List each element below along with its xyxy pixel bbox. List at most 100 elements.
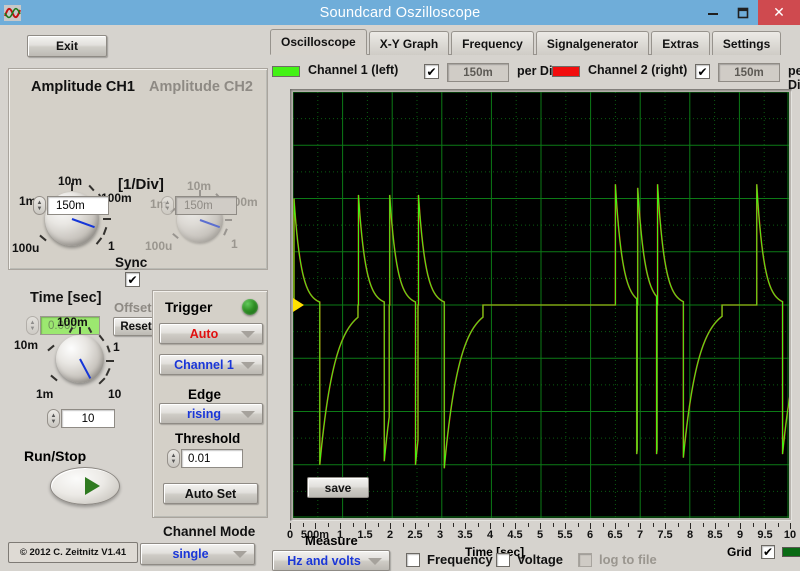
x-tick-minor (402, 523, 404, 527)
amp-ch2-value[interactable]: 150m (175, 196, 237, 215)
x-tick-minor (677, 523, 679, 527)
tab-xy-graph[interactable]: X-Y Graph (368, 31, 450, 55)
time-knob-label-10: 10 (108, 387, 122, 401)
auto-set-button[interactable]: Auto Set (163, 483, 258, 504)
amplitude-group: Amplitude CH1 Amplitude CH2 [1/Div] 10m … (8, 68, 268, 336)
exit-button[interactable]: Exit (27, 35, 107, 57)
tab-frequency[interactable]: Frequency (451, 31, 534, 55)
channel2-label: Channel 2 (right) (588, 63, 688, 77)
scope-canvas (293, 92, 789, 518)
sync-checkbox[interactable]: ✔ (125, 272, 140, 287)
channel2-color-swatch (552, 66, 580, 77)
time-spinner[interactable]: ▲ ▼ (47, 409, 60, 428)
amp-ch1-knob-label-1: 1 (108, 239, 115, 253)
tab-settings[interactable]: Settings (711, 31, 782, 55)
tab-strip: Oscilloscope X-Y Graph Frequency Signalg… (270, 29, 783, 55)
voltage-measure-item[interactable]: Voltage (496, 552, 563, 567)
amp-ch2-knob-label-10m: 10m (187, 179, 212, 193)
chevron-down-icon (368, 557, 382, 565)
time-knob-label-100m: 100m (57, 315, 88, 329)
edge-label: Edge (188, 387, 222, 402)
amp-ch2-knob-label-1: 1 (231, 237, 238, 251)
trigger-edge-dropdown[interactable]: rising (159, 403, 263, 424)
x-tick-minor (477, 523, 479, 527)
time-knob[interactable] (47, 326, 114, 385)
frequency-checkbox[interactable] (406, 552, 420, 567)
channel1-color-swatch (272, 66, 300, 77)
scope-display-frame: save (290, 89, 792, 521)
x-tick-minor (752, 523, 754, 527)
channel1-per-div-value[interactable]: 150m (447, 63, 509, 82)
amplitude-ch2-title: Amplitude CH2 (149, 79, 253, 95)
channel2-enable-checkbox[interactable]: ✔ (695, 64, 710, 79)
tab-signalgenerator[interactable]: Signalgenerator (535, 31, 650, 55)
trigger-source-dropdown[interactable]: Channel 1 (159, 354, 263, 375)
measure-label: Measure (305, 533, 358, 548)
chevron-down-icon (241, 361, 255, 369)
chevron-down-icon (241, 410, 255, 418)
amp-ch2-spinner[interactable]: ▲ ▼ (161, 196, 174, 215)
minimize-button[interactable] (698, 0, 728, 25)
x-tick-minor (452, 523, 454, 527)
amp-ch1-knob-label-10m: 10m (58, 174, 83, 188)
save-button[interactable]: save (307, 477, 369, 498)
x-tick-minor (552, 523, 554, 527)
amp-ch1-knob-label-100u: 100u (12, 241, 40, 255)
x-tick-minor (702, 523, 704, 527)
frequency-label: Frequency (427, 552, 493, 567)
sync-label: Sync (115, 255, 148, 270)
amp-ch2-knob-label-100u: 100u (145, 239, 173, 253)
channel1-enable-checkbox[interactable]: ✔ (424, 64, 439, 79)
x-tick-minor (502, 523, 504, 527)
close-button[interactable]: ✕ (758, 0, 800, 25)
x-tick-minor (577, 523, 579, 527)
voltage-label: Voltage (517, 552, 563, 567)
trigger-mode-dropdown[interactable]: Auto (159, 323, 263, 344)
x-tick-minor (377, 523, 379, 527)
measure-dropdown[interactable]: Hz and volts (272, 550, 390, 571)
amplitude-ch1-title: Amplitude CH1 (31, 79, 135, 95)
trigger-led-icon (242, 299, 258, 315)
time-knob-label-1m: 1m (36, 387, 54, 401)
title-bar: Soundcard Oszilloscope ✕ (0, 0, 800, 25)
channel2-per-div-value[interactable]: 150m (718, 63, 780, 82)
tab-oscilloscope[interactable]: Oscilloscope (270, 29, 367, 55)
window-controls: ✕ (698, 0, 800, 25)
chevron-down-icon (241, 330, 255, 338)
window-title: Soundcard Oszilloscope (319, 4, 481, 21)
log-to-file-label: log to file (599, 552, 657, 567)
amp-ch1-value[interactable]: 150m (47, 196, 109, 215)
x-tick-minor (727, 523, 729, 527)
trigger-title: Trigger (165, 299, 213, 315)
threshold-value[interactable]: 0.01 (181, 449, 243, 468)
time-knob-label-1: 1 (113, 340, 120, 354)
x-tick-minor (527, 523, 529, 527)
threshold-spinner[interactable]: ▲ ▼ (167, 449, 180, 468)
time-knob-label-10m: 10m (14, 338, 39, 352)
tab-extras[interactable]: Extras (651, 31, 710, 55)
voltage-checkbox[interactable] (496, 552, 510, 567)
log-to-file-item[interactable]: log to file (578, 552, 657, 567)
time-title: Time [sec] (30, 290, 102, 306)
oscilloscope-panel: Oscilloscope X-Y Graph Frequency Signalg… (262, 27, 800, 559)
channel-row: Channel 1 (left) ✔ 150m per Div Channel … (272, 61, 800, 92)
trigger-group: Trigger Auto Channel 1 Edge rising Thres… (152, 290, 268, 518)
trigger-level-marker[interactable] (293, 298, 304, 312)
run-stop-label: Run/Stop (24, 448, 87, 464)
x-tick-minor (602, 523, 604, 527)
run-stop-button[interactable] (50, 467, 120, 505)
x-tick-minor (327, 523, 329, 527)
amp-ch1-spinner[interactable]: ▲ ▼ (33, 196, 46, 215)
scope-display[interactable]: save (293, 92, 789, 518)
time-value[interactable]: 10 (61, 409, 115, 428)
log-to-file-checkbox[interactable] (578, 552, 592, 567)
channel2-per-div-label: per Div (788, 64, 800, 92)
x-tick-minor (627, 523, 629, 527)
frequency-measure-item[interactable]: Frequency (406, 552, 493, 567)
threshold-label: Threshold (175, 431, 241, 446)
x-tick-minor (652, 523, 654, 527)
channel1-label: Channel 1 (left) (308, 63, 399, 77)
maximize-button[interactable] (728, 0, 758, 25)
x-tick-minor (302, 523, 304, 527)
bottom-strip: Measure Hz and volts Frequency Voltage l… (0, 532, 800, 571)
